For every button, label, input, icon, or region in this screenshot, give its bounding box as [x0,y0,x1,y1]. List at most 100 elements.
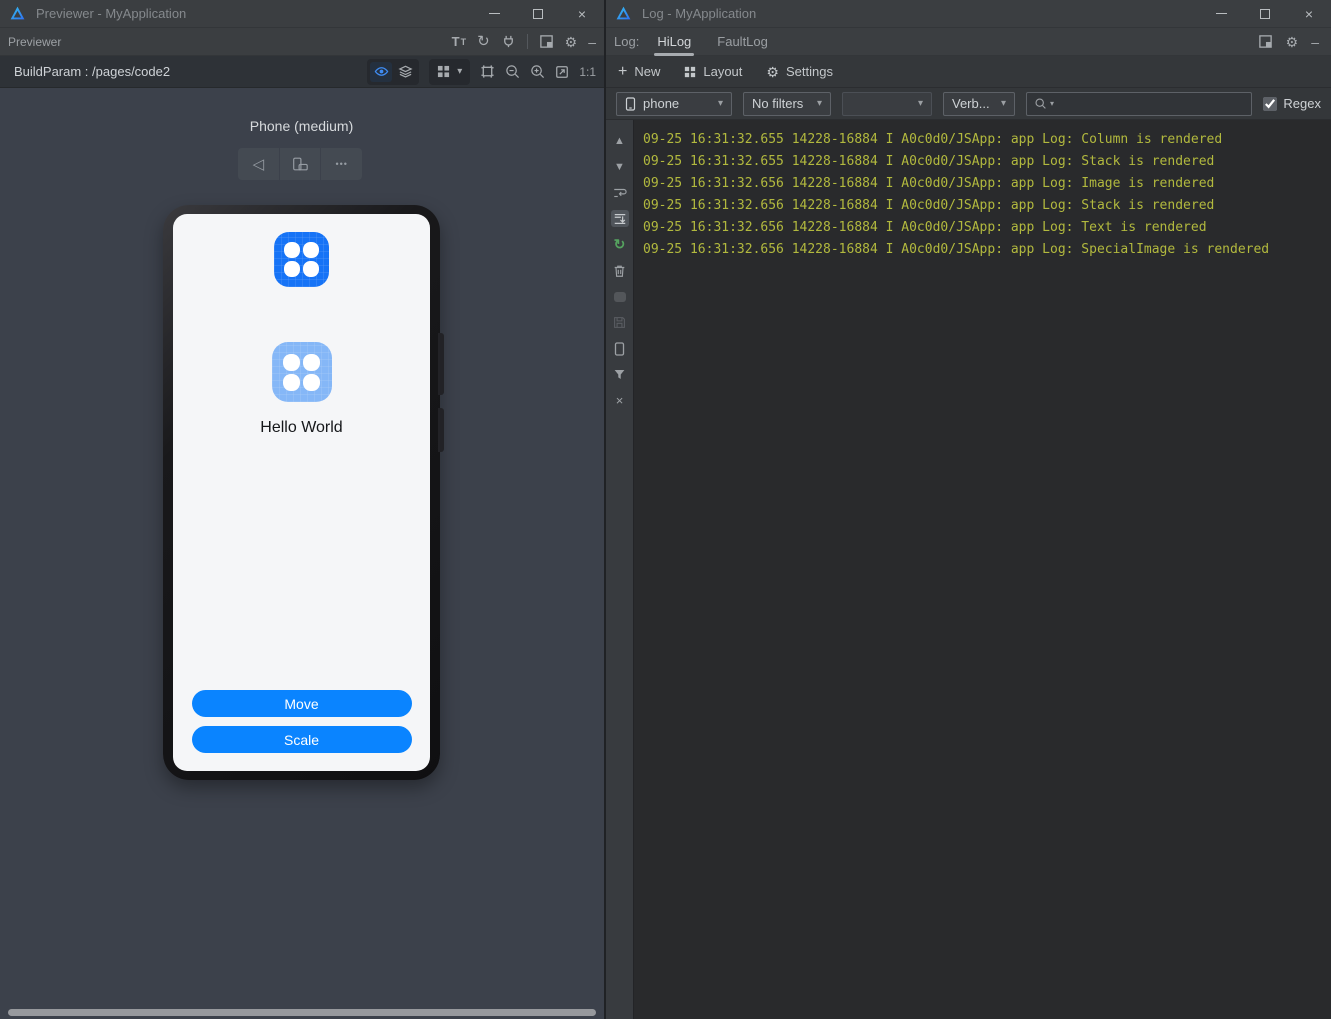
new-label: New [634,64,661,79]
zoom-ratio-button[interactable]: 1:1 [579,65,596,79]
maximize-button[interactable] [1243,0,1287,28]
settings-button[interactable]: ⚙ [565,35,578,49]
log-output[interactable]: 09-25 16:31:32.655 14228-16884 I A0c0d0/… [634,120,1331,1019]
plug-icon [503,35,513,48]
move-button[interactable]: Move [191,690,412,717]
minus-icon: – [1311,33,1319,50]
hide-panel-button[interactable]: – [1311,35,1319,49]
ellipsis-icon: ••• [335,159,348,169]
clover-petals-icon [283,353,320,391]
minimize-icon [488,12,500,15]
print-button[interactable] [611,288,629,305]
grid-icon [438,65,450,78]
filters-select[interactable]: No filters ▾ [743,91,831,116]
rotate-device-button[interactable] [278,148,321,180]
horizontal-scrollbar[interactable] [8,1009,596,1016]
filter-funnel-icon [614,370,625,379]
component-grid-dropdown[interactable]: ▾ [429,58,471,85]
previewer-canvas: Phone (medium) ◁ ••• Hello World Move Sc… [0,88,604,1019]
frame-select-button[interactable] [480,64,495,79]
scroll-to-top-button[interactable]: ▲ [611,132,629,149]
chevron-down-icon: ▾ [457,66,463,77]
clover-petals-icon [284,242,319,277]
panel-layout-button[interactable] [539,34,554,49]
petal [303,242,319,258]
phone-power-button [438,408,444,452]
log-line: 09-25 16:31:32.655 14228-16884 I A0c0d0/… [643,154,1215,169]
window-title: Log - MyApplication [642,6,757,21]
back-button[interactable]: ◁ [238,148,279,180]
tab-hilog[interactable]: HiLog [654,28,695,56]
scale-button[interactable]: Scale [191,726,412,753]
desktop: Previewer - MyApplication × Previewer TT… [0,0,1331,1019]
close-x-icon: × [615,393,624,408]
refresh-button[interactable]: ↻ [477,34,490,49]
previewer-window: Previewer - MyApplication × Previewer TT… [0,0,604,1019]
log-panel-tools: ⚙ – [1258,34,1323,49]
close-session-button[interactable]: × [611,392,629,409]
grid-icon [685,66,696,77]
log-line: 09-25 16:31:32.656 14228-16884 I A0c0d0/… [643,176,1215,191]
layout-button[interactable]: Layout [684,64,742,79]
panel-layout-icon [1258,35,1272,48]
clear-log-button[interactable] [611,262,629,279]
petal [303,261,319,277]
settings-button[interactable]: ⚙ [1286,35,1299,49]
layout-label: Layout [703,64,743,79]
log-search-input[interactable] [1057,96,1245,111]
toolbar-separator [526,34,528,49]
maximize-icon [533,8,543,19]
device-profile-label: Phone (medium) [249,118,354,134]
rotate-device-icon [293,157,308,171]
scroll-down-button[interactable]: ▼ [611,158,629,175]
scroll-to-end-button[interactable] [610,210,629,227]
zoom-out-button[interactable] [505,64,520,79]
panel-layout-button[interactable] [1258,34,1273,49]
print-icon [613,291,626,302]
petal [283,353,300,371]
font-size-button[interactable]: TT [452,34,466,49]
log-settings-button[interactable]: ⚙ Settings [766,64,833,79]
buildparam-bar: BuildParam : /pages/code2 ▾ 1:1 [0,56,604,88]
new-session-button[interactable]: + New [618,63,660,81]
soft-wrap-button[interactable] [611,184,629,201]
close-button[interactable]: × [1287,0,1331,28]
minimize-button[interactable] [1199,0,1243,28]
tab-faultlog[interactable]: FaultLog [717,28,768,56]
plugin-button[interactable] [501,34,516,49]
close-button[interactable]: × [560,0,604,28]
inspector-toggle-group [367,58,420,85]
device-select[interactable]: phone ▾ [616,91,732,116]
regex-checkbox[interactable] [1263,96,1278,111]
window-controls: × [472,0,604,28]
maximize-button[interactable] [516,0,560,28]
deveco-logo-icon [9,5,26,22]
phone-volume-button [438,333,444,395]
device-view-button[interactable] [611,340,629,357]
save-log-button[interactable] [611,314,629,331]
inspector-eye-toggle[interactable] [370,61,393,82]
minimize-button[interactable] [472,0,516,28]
previewer-panel-tools: TT ↻ ⚙ – [452,34,596,49]
restart-session-button[interactable]: ↻ [611,236,629,253]
petal [303,373,320,391]
log-level-value: Verb... [952,96,990,111]
process-select[interactable]: ▾ [842,91,932,116]
font-size-icon: T [451,34,460,49]
device-icon [614,341,625,356]
minus-icon: – [588,33,596,50]
regex-option: Regex [1263,96,1321,111]
deveco-logo-icon [615,5,632,22]
log-line: 09-25 16:31:32.656 14228-16884 I A0c0d0/… [643,198,1215,213]
search-options-caret-icon: ▾ [1050,99,1055,108]
fit-to-screen-button[interactable] [555,65,569,79]
layers-toggle[interactable] [394,62,416,82]
restart-icon: ↻ [613,236,626,252]
maximize-icon [1260,8,1270,19]
zoom-in-button[interactable] [530,64,545,79]
more-options-button[interactable]: ••• [320,148,362,180]
save-icon [614,317,625,328]
filter-button[interactable] [611,366,629,383]
log-level-select[interactable]: Verb... ▾ [943,91,1015,116]
hide-panel-button[interactable]: – [588,35,596,49]
